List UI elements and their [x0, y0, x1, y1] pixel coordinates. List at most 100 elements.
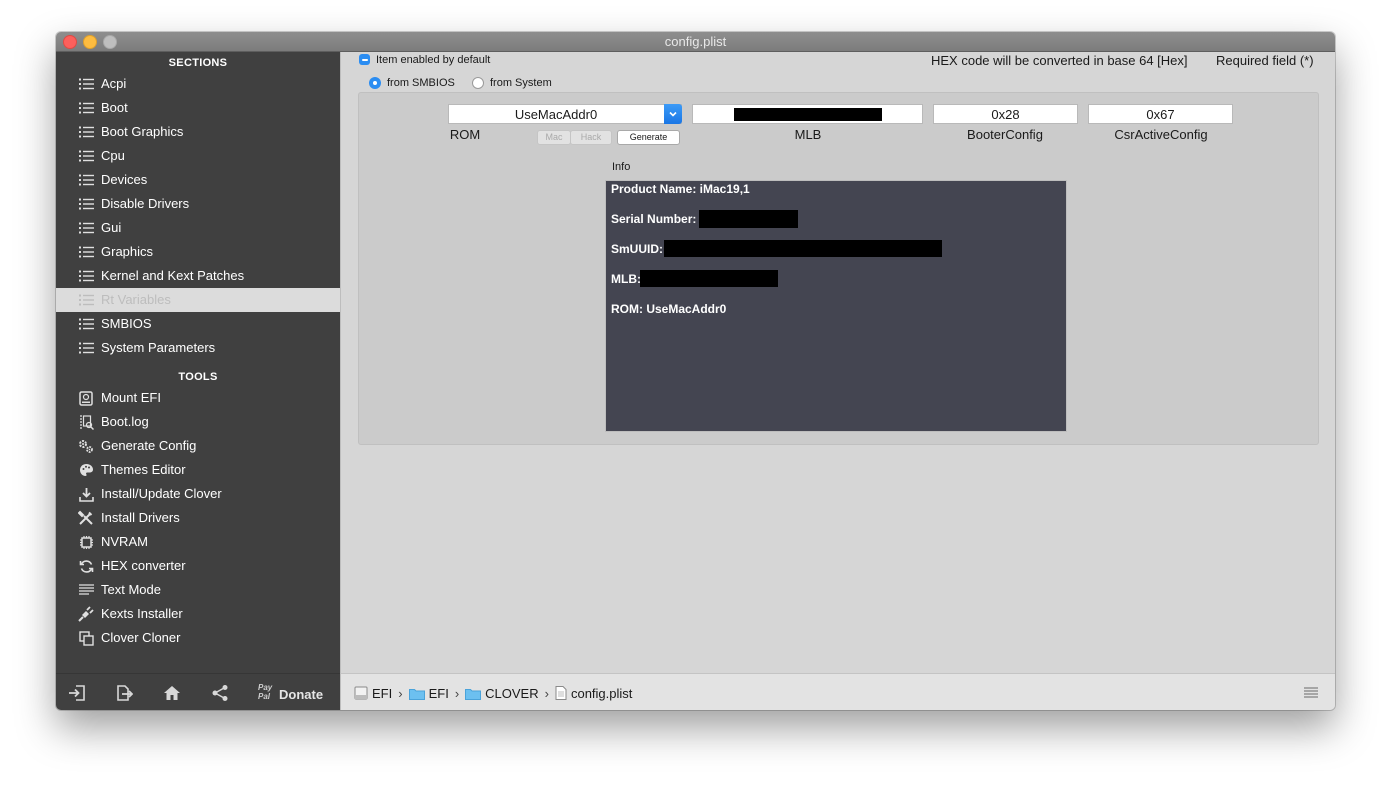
list-icon — [78, 288, 94, 312]
smuuid-redaction — [664, 240, 942, 257]
rt-variables-panel: UseMacAddr0 ROM Mac Hack Generate MLB 0x… — [358, 92, 1319, 445]
sidebar-item-install-drivers[interactable]: Install Drivers — [56, 506, 340, 530]
sidebar-item-disable-drivers[interactable]: Disable Drivers — [56, 192, 340, 216]
menu-lines-icon[interactable] — [1304, 685, 1320, 701]
from-system-radio[interactable] — [472, 77, 484, 89]
mlb-label: MLB — [794, 127, 822, 142]
sidebar-item-kernel-and-kext-patches[interactable]: Kernel and Kext Patches — [56, 264, 340, 288]
sidebar-item-devices[interactable]: Devices — [56, 168, 340, 192]
copy-icon — [78, 626, 94, 650]
download-icon — [78, 482, 94, 506]
chevron-down-icon[interactable] — [664, 104, 682, 124]
sidebar-item-label: SMBIOS — [101, 316, 152, 331]
donate-label: Donate — [279, 687, 324, 702]
csr-active-config-label: CsrActiveConfig — [1114, 127, 1208, 142]
file-icon — [555, 686, 567, 700]
crumb-separator: › — [454, 685, 460, 701]
folder-icon — [465, 687, 482, 700]
serial-redaction — [699, 210, 798, 228]
enabled-checkbox-label: Item enabled by default — [376, 54, 491, 66]
mlb-input[interactable] — [692, 104, 923, 124]
info-rom: ROM: UseMacAddr0 — [611, 302, 727, 316]
sidebar-item-label: Generate Config — [101, 438, 197, 453]
sidebar-item-mount-efi[interactable]: Mount EFI — [56, 386, 340, 410]
title-bar: config.plist — [56, 32, 1335, 52]
rom-label: ROM — [449, 127, 481, 142]
wrench-screwdriver-icon — [78, 506, 94, 530]
rom-combo[interactable]: UseMacAddr0 — [448, 104, 682, 124]
sidebar-item-label: Cpu — [101, 148, 125, 163]
list-icon — [78, 216, 94, 240]
list-icon — [78, 144, 94, 168]
sidebar-item-kexts-installer[interactable]: Kexts Installer — [56, 602, 340, 626]
enabled-checkbox[interactable] — [359, 54, 370, 65]
sidebar-item-graphics[interactable]: Graphics — [56, 240, 340, 264]
log-search-icon — [78, 410, 94, 434]
export-icon[interactable] — [113, 682, 135, 704]
hack-segment[interactable]: Hack — [570, 130, 612, 145]
list-icon — [78, 120, 94, 144]
sidebar-item-gui[interactable]: Gui — [56, 216, 340, 240]
sidebar-item-label: Gui — [101, 220, 122, 235]
crumb-clover-folder[interactable]: CLOVER — [485, 686, 538, 701]
list-icon — [78, 192, 94, 216]
hex-note: HEX code will be converted in base 64 [H… — [931, 53, 1188, 68]
sidebar-item-label: Devices — [101, 172, 148, 187]
from-smbios-radio[interactable] — [369, 77, 381, 89]
sidebar: SECTIONS Acpi Boot Boot Graphics Cpu Devices… — [56, 52, 340, 673]
sidebar-item-acpi[interactable]: Acpi — [56, 72, 340, 96]
mac-segment[interactable]: Mac — [537, 130, 571, 145]
main-pane: Item enabled by default HEX code will be… — [340, 52, 1335, 673]
generate-button[interactable]: Generate — [617, 130, 680, 145]
sidebar-item-label: NVRAM — [101, 534, 148, 549]
sidebar-item-system-parameters[interactable]: System Parameters — [56, 336, 340, 360]
info-heading: Info — [612, 161, 631, 173]
sidebar-item-hex-converter[interactable]: HEX converter — [56, 554, 340, 578]
home-icon[interactable] — [161, 682, 183, 704]
from-system-label: from System — [490, 77, 552, 89]
import-icon[interactable] — [66, 682, 88, 704]
window-title: config.plist — [664, 34, 727, 49]
crumb-efi-volume[interactable]: EFI — [372, 686, 392, 701]
list-icon — [78, 240, 94, 264]
tools-heading: TOOLS — [178, 371, 218, 383]
list-icon — [78, 312, 94, 336]
sidebar-item-clover-cloner[interactable]: Clover Cloner — [56, 626, 340, 650]
sidebar-item-label: Themes Editor — [101, 462, 186, 477]
list-icon — [78, 72, 94, 96]
sidebar-item-cpu[interactable]: Cpu — [56, 144, 340, 168]
sidebar-item-boot-log[interactable]: Boot.log — [56, 410, 340, 434]
sidebar-item-smbios[interactable]: SMBIOS — [56, 312, 340, 336]
sidebar-item-label: Boot.log — [101, 414, 149, 429]
crumb-efi-folder[interactable]: EFI — [429, 686, 449, 701]
share-icon[interactable] — [209, 682, 231, 704]
csr-active-config-input[interactable]: 0x67 — [1088, 104, 1233, 124]
sidebar-item-generate-config[interactable]: Generate Config — [56, 434, 340, 458]
text-lines-icon — [78, 578, 94, 602]
drive-icon — [354, 686, 368, 700]
sidebar-item-rt-variables[interactable]: Rt Variables — [56, 288, 340, 312]
sidebar-item-install-update-clover[interactable]: Install/Update Clover — [56, 482, 340, 506]
info-smuuid: SmUUID: — [611, 242, 664, 256]
sidebar-item-nvram[interactable]: NVRAM — [56, 530, 340, 554]
sidebar-item-label: HEX converter — [101, 558, 186, 573]
info-serial-number: Serial Number: — [611, 212, 697, 226]
sidebar-item-boot[interactable]: Boot — [56, 96, 340, 120]
sidebar-item-text-mode[interactable]: Text Mode — [56, 578, 340, 602]
sidebar-item-themes-editor[interactable]: Themes Editor — [56, 458, 340, 482]
crumb-config-file[interactable]: config.plist — [571, 686, 632, 701]
rom-value: UseMacAddr0 — [514, 107, 598, 122]
from-smbios-label: from SMBIOS — [387, 77, 455, 89]
sidebar-item-label: Install Drivers — [101, 510, 180, 525]
app-window: config.plist SECTIONS Acpi Boot Boot Graph… — [56, 32, 1335, 710]
sidebar-item-label: Boot Graphics — [101, 124, 184, 139]
booter-config-label: BooterConfig — [967, 127, 1043, 142]
sidebar-item-label: Kernel and Kext Patches — [101, 268, 245, 283]
list-icon — [78, 96, 94, 120]
plug-icon — [78, 602, 94, 626]
sidebar-item-label: Text Mode — [101, 582, 161, 597]
mlb-redaction — [734, 108, 882, 121]
sidebar-item-label: Graphics — [101, 244, 154, 259]
sidebar-item-boot-graphics[interactable]: Boot Graphics — [56, 120, 340, 144]
booter-config-input[interactable]: 0x28 — [933, 104, 1078, 124]
